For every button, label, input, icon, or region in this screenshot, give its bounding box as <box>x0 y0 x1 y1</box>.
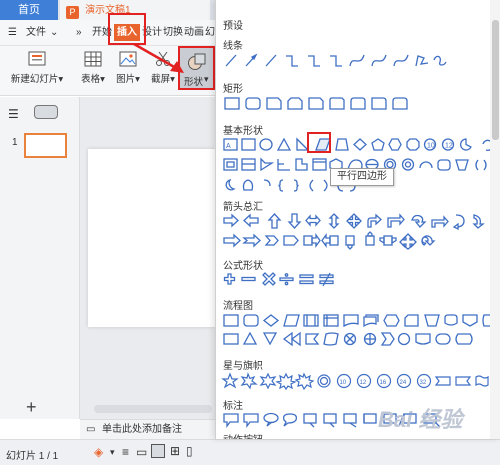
table-label: 表格 <box>81 74 101 85</box>
chevron-down-icon[interactable]: ▾ <box>110 447 115 458</box>
new-slide-icon <box>28 51 46 66</box>
svg-text:10: 10 <box>340 380 347 386</box>
svg-text:12: 12 <box>360 380 367 386</box>
slide-view-icon[interactable] <box>34 105 58 119</box>
dropdown-arrow-icon: ▾ <box>58 74 64 85</box>
shape-tooltip: 平行四边形 <box>330 168 394 186</box>
slide-canvas <box>80 97 215 419</box>
outline-view-icon[interactable]: ☰ <box>8 107 19 121</box>
basic-shapes-rows[interactable]: A 10 12 <box>220 136 500 196</box>
section-action-buttons: 动作按钮 <box>223 431 263 439</box>
arrows-rows[interactable] <box>220 212 500 252</box>
tab-home[interactable]: 首页 <box>0 0 58 20</box>
flowchart-rows[interactable] <box>220 312 500 348</box>
notes-placeholder: 单击此处添加备注 <box>102 424 182 435</box>
hamburger-icon[interactable]: ☰ <box>8 25 17 41</box>
menu-transition[interactable]: 切换 <box>163 25 183 41</box>
slide-number: 1 <box>12 137 18 148</box>
menu-file[interactable]: 文件 <box>26 25 46 41</box>
svg-text:A: A <box>226 143 231 150</box>
section-equations: 公式形状 <box>223 261 263 272</box>
new-slide-button[interactable]: 新建幻灯片▾ <box>6 50 68 85</box>
notes-area[interactable]: ▭ 单击此处添加备注 <box>80 419 215 439</box>
annotation-arrow-1 <box>133 42 184 73</box>
watermark: Bai 经验 <box>378 407 463 432</box>
normal-view-icon[interactable] <box>151 444 165 458</box>
slide-panel: ☰ 1 + <box>0 97 80 419</box>
svg-text:24: 24 <box>400 380 407 386</box>
new-slide-label: 新建幻灯片 <box>10 74 59 85</box>
add-slide-icon[interactable]: + <box>26 397 37 418</box>
reading-view-icon[interactable]: ▯ <box>186 444 193 458</box>
dropdown-scrollbar[interactable] <box>490 0 500 439</box>
rectangles-row[interactable] <box>220 95 450 113</box>
section-basic-shapes: 基本形状 <box>223 126 263 137</box>
section-stars-banners: 星与旗帜 <box>223 361 263 372</box>
theme-icon[interactable]: ◈ <box>94 445 103 459</box>
menu-more[interactable]: 幻 <box>205 25 215 41</box>
section-rectangles: 矩形 <box>223 84 243 95</box>
section-arrows: 箭头总汇 <box>223 202 263 213</box>
table-icon <box>84 51 102 67</box>
comment-icon[interactable]: ▭ <box>136 445 147 459</box>
status-bar: 幻灯片 1 / 1 ◈ ▾ ≡ ▭ ⊞ ▯ <box>0 439 500 465</box>
table-button[interactable]: 表格▾ <box>78 50 108 85</box>
stars-row[interactable]: 10 12 16 24 32 <box>220 372 500 390</box>
equations-row[interactable] <box>220 271 340 289</box>
dropdown-arrow-icon: ▾ <box>100 74 105 85</box>
grid-view-icon[interactable]: ⊞ <box>170 444 180 458</box>
parallelogram-highlight-box <box>307 132 331 153</box>
section-flowchart: 流程图 <box>223 301 253 312</box>
section-callouts: 标注 <box>223 401 243 412</box>
svg-text:12: 12 <box>445 143 453 150</box>
svg-text:32: 32 <box>420 380 427 386</box>
notes-icon: ▭ <box>86 424 96 435</box>
slide-thumbnail[interactable] <box>24 133 67 158</box>
slide-counter: 幻灯片 1 / 1 <box>6 451 59 462</box>
chevron-down-icon[interactable]: ⌄ <box>50 25 58 41</box>
presentation-icon: P <box>66 6 79 19</box>
horizontal-scrollbar[interactable] <box>94 405 212 413</box>
svg-text:16: 16 <box>380 380 387 386</box>
shapes-dropdown: 预设 线条 矩形 基本形状 A 10 12 平行四边形 箭头总汇 公式形状 流程… <box>215 0 500 439</box>
section-lines: 线条 <box>223 41 243 52</box>
lines-row[interactable] <box>220 52 450 70</box>
double-chevron-icon[interactable]: » <box>76 25 82 41</box>
preset-header: 预设 <box>223 21 243 32</box>
dropdown-scroll-thumb[interactable] <box>492 20 499 140</box>
menu-animation[interactable]: 动画 <box>184 25 204 41</box>
notes-toggle-icon[interactable]: ≡ <box>122 445 129 459</box>
slide-page[interactable] <box>88 149 215 327</box>
svg-text:10: 10 <box>427 143 435 150</box>
